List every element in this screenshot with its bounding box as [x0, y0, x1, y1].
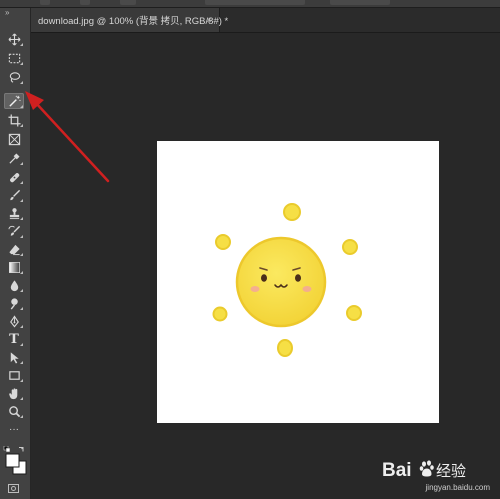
blur-tool[interactable] — [4, 277, 24, 293]
eyedropper-icon — [8, 152, 20, 164]
sun-left-eye — [261, 274, 267, 282]
dodge-icon — [10, 297, 18, 309]
quick-mask-button[interactable] — [8, 484, 19, 493]
hand-tool[interactable] — [4, 385, 24, 401]
gradient-tool[interactable] — [4, 259, 24, 275]
magic-wand-icon — [8, 95, 21, 107]
eyedropper-tool[interactable] — [4, 150, 24, 166]
stamp-icon — [9, 207, 19, 219]
options-control[interactable] — [330, 0, 390, 5]
color-swatches — [3, 445, 29, 480]
sun-ray-dot — [215, 234, 231, 250]
rect-marquee-icon — [8, 53, 20, 63]
move-tool[interactable] — [4, 31, 24, 47]
sun-ray-dot — [342, 239, 358, 255]
gradient-icon — [8, 261, 20, 273]
sun-face — [235, 236, 327, 328]
history-brush-tool[interactable] — [4, 223, 24, 239]
document-tab-strip: download.jpg @ 100% (背景 拷贝, RGB/8#) * × — [31, 8, 500, 33]
image-canvas[interactable] — [157, 141, 439, 423]
baidu-logo-text: Bai — [382, 460, 412, 481]
eraser-tool[interactable] — [4, 241, 24, 257]
canvas-area[interactable] — [31, 33, 500, 499]
brush-tool[interactable] — [4, 187, 24, 203]
pen-icon — [9, 314, 19, 327]
path-select-icon — [10, 351, 19, 364]
ellipsis-icon: ··· — [9, 424, 19, 435]
sun-right-cheek — [302, 286, 312, 292]
baidu-jingyan-watermark: Bai 经验 jingyan.baidu.com — [378, 452, 496, 494]
options-control[interactable] — [205, 0, 305, 5]
swap-colors-icon[interactable] — [19, 447, 24, 452]
move-icon — [8, 33, 20, 45]
document-tab[interactable]: download.jpg @ 100% (背景 拷贝, RGB/8#) * — [31, 8, 228, 32]
crop-icon — [7, 113, 21, 127]
zoom-icon — [8, 405, 20, 417]
options-control[interactable] — [80, 0, 90, 5]
magic-wand-tool[interactable] — [4, 93, 24, 109]
clone-stamp-tool[interactable] — [4, 205, 24, 221]
sun-left-cheek — [250, 286, 260, 292]
jingyan-logo-text: 经验 — [436, 462, 466, 480]
frame-tool[interactable] — [4, 131, 24, 147]
bandage-icon — [9, 172, 19, 182]
watermark-url: jingyan.baidu.com — [425, 483, 490, 492]
options-control[interactable] — [40, 0, 50, 5]
zoom-tool[interactable] — [4, 403, 24, 419]
collapse-panel-icon[interactable]: » — [5, 9, 9, 17]
sun-right-eye — [295, 274, 301, 282]
sun-ray-dot — [212, 306, 228, 322]
sun-illustration — [212, 203, 362, 357]
sun-ray-dot — [346, 305, 362, 321]
close-tab-icon[interactable]: × — [202, 13, 216, 27]
options-control[interactable] — [120, 0, 136, 5]
rectangle-tool[interactable] — [4, 367, 24, 383]
healing-brush-tool[interactable] — [4, 169, 24, 185]
options-bar — [0, 0, 500, 8]
quick-mask-icon — [11, 486, 16, 491]
more-tools[interactable]: ··· — [4, 422, 24, 438]
sun-ray-dot — [283, 203, 301, 221]
document-tab-title: download.jpg @ 100% (背景 拷贝, RGB/8#) * — [38, 16, 229, 27]
tools-panel: » T ··· — [0, 8, 31, 499]
foreground-color-swatch[interactable] — [5, 453, 20, 468]
lasso-icon — [9, 71, 20, 83]
eraser-icon — [8, 244, 20, 255]
type-tool[interactable]: T — [4, 331, 24, 347]
default-colors-icon[interactable] — [3, 445, 11, 453]
crop-tool[interactable] — [4, 112, 24, 128]
marquee-tool[interactable] — [4, 50, 24, 66]
rectangle-icon — [8, 370, 20, 380]
type-icon: T — [9, 331, 19, 347]
dodge-tool[interactable] — [4, 295, 24, 311]
history-brush-icon — [7, 225, 20, 236]
path-selection-tool[interactable] — [4, 349, 24, 365]
sun-ray-dot — [277, 339, 293, 357]
hand-icon — [8, 387, 17, 399]
brush-icon — [9, 189, 20, 200]
pen-tool[interactable] — [4, 313, 24, 329]
paw-icon — [419, 460, 434, 477]
frame-icon — [8, 133, 20, 145]
lasso-tool[interactable] — [4, 69, 24, 85]
drop-icon — [10, 279, 18, 291]
